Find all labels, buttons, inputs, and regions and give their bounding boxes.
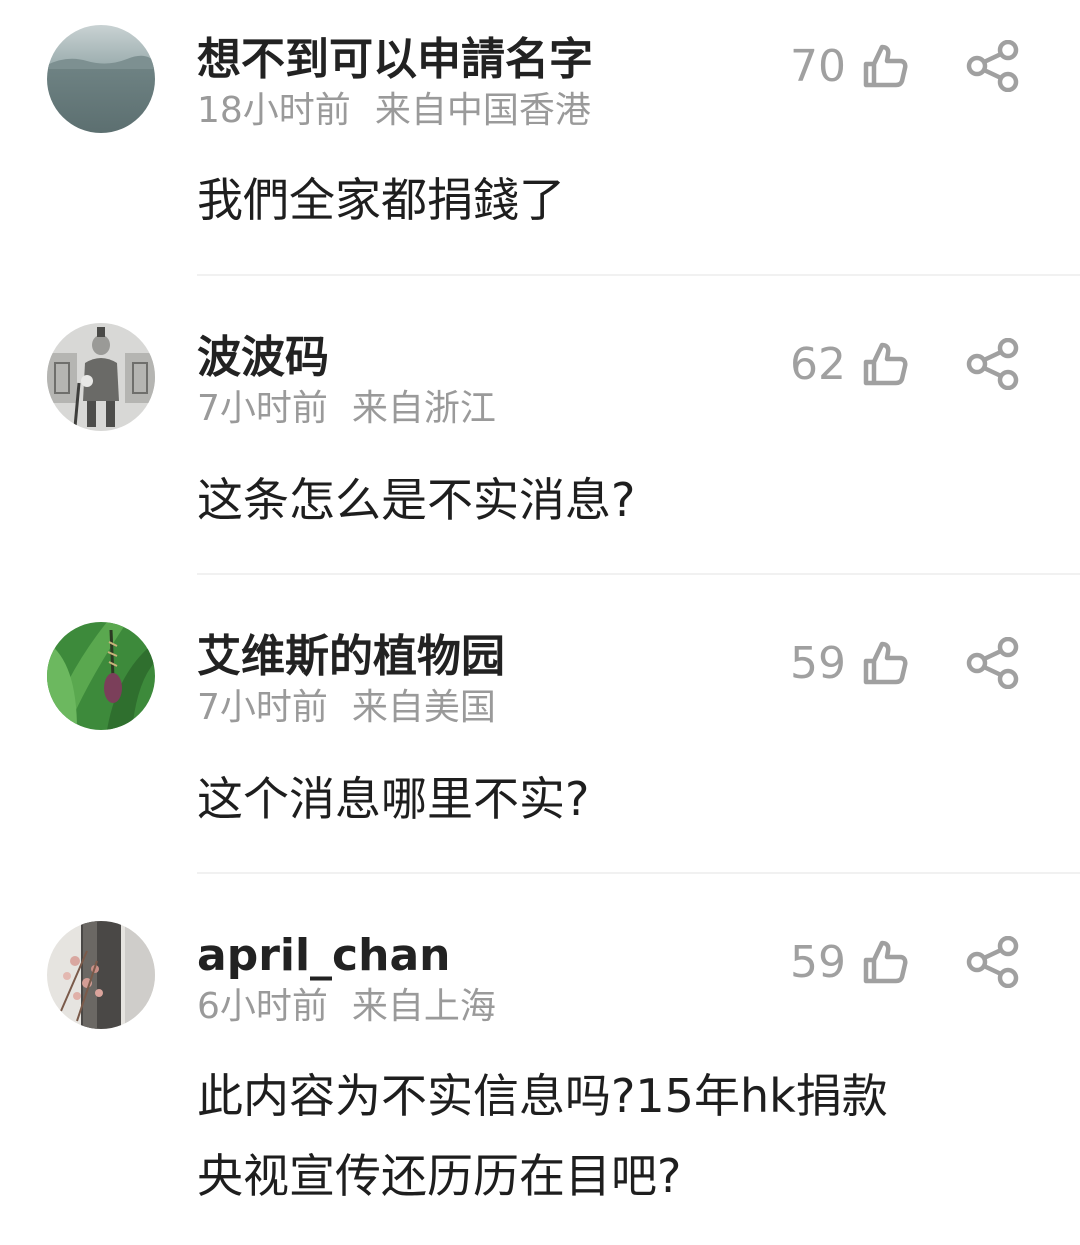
comment-location: 来自美国	[351, 687, 496, 728]
username[interactable]: 想不到可以申請名字	[197, 38, 593, 82]
avatar[interactable]	[47, 622, 155, 730]
comment-text-line: 我們全家都捐錢了	[197, 173, 565, 227]
username[interactable]: 波波码	[197, 336, 329, 380]
comment-text: 这个消息哪里不实?	[197, 759, 589, 839]
comment-location: 来自中国香港	[374, 90, 591, 131]
thumbs-up-icon[interactable]	[860, 41, 910, 91]
like-count: 70	[790, 41, 846, 92]
comment-time: 6小时前	[197, 986, 328, 1027]
username[interactable]: april_chan	[197, 934, 450, 978]
divider	[197, 274, 1080, 276]
avatar-image	[47, 25, 155, 133]
comment-time: 7小时前	[197, 687, 328, 728]
like-count: 59	[790, 638, 846, 689]
share-icon[interactable]	[966, 40, 1020, 92]
avatar[interactable]	[47, 25, 155, 133]
comment-text-line: 央视宣传还历历在目吧?	[197, 1149, 682, 1203]
divider	[197, 573, 1080, 575]
comment-time: 18小时前	[197, 90, 351, 131]
comment-time: 7小时前	[197, 388, 328, 429]
avatar-image	[47, 622, 155, 730]
like-count: 62	[790, 339, 846, 390]
comment-location: 来自上海	[351, 986, 496, 1027]
comment-text-line: 这个消息哪里不实?	[197, 772, 590, 826]
comment-item: 波波码 7小时前 来自浙江 62 这条怎么是不实消息?	[0, 298, 1080, 573]
avatar[interactable]	[47, 323, 155, 431]
comment-text: 这条怎么是不实消息?	[197, 460, 635, 540]
comment-meta: 7小时前 来自浙江	[197, 391, 496, 427]
avatar-image	[47, 921, 155, 1029]
comment-meta: 7小时前 来自美国	[197, 690, 496, 726]
comment-text-line: 这条怎么是不实消息?	[197, 473, 636, 527]
comment-item: 想不到可以申請名字 18小时前 来自中国香港 70 我們全家都捐錢了	[0, 0, 1080, 275]
like-count: 59	[790, 937, 846, 988]
divider	[197, 872, 1080, 874]
comment-location: 来自浙江	[351, 388, 496, 429]
thumbs-up-icon[interactable]	[860, 339, 910, 389]
share-icon[interactable]	[966, 338, 1020, 390]
avatar[interactable]	[47, 921, 155, 1029]
comment-text-line: 此内容为不实信息吗?15年hk捐款	[197, 1069, 888, 1123]
comment-meta: 6小时前 来自上海	[197, 989, 496, 1025]
comment-item: april_chan 6小时前 来自上海 59 此内容为不实信息吗?15年hk捐款…	[0, 896, 1080, 1245]
share-icon[interactable]	[966, 936, 1020, 988]
comment-text: 我們全家都捐錢了	[197, 160, 565, 240]
thumbs-up-icon[interactable]	[860, 638, 910, 688]
avatar-image	[47, 323, 155, 431]
share-icon[interactable]	[966, 637, 1020, 689]
username[interactable]: 艾维斯的植物园	[197, 635, 505, 679]
comment-item: 艾维斯的植物园 7小时前 来自美国 59 这个消息哪里不实?	[0, 597, 1080, 872]
comment-meta: 18小时前 来自中国香港	[197, 93, 591, 129]
comment-text: 此内容为不实信息吗?15年hk捐款 央视宣传还历历在目吧?	[197, 1056, 888, 1216]
thumbs-up-icon[interactable]	[860, 937, 910, 987]
